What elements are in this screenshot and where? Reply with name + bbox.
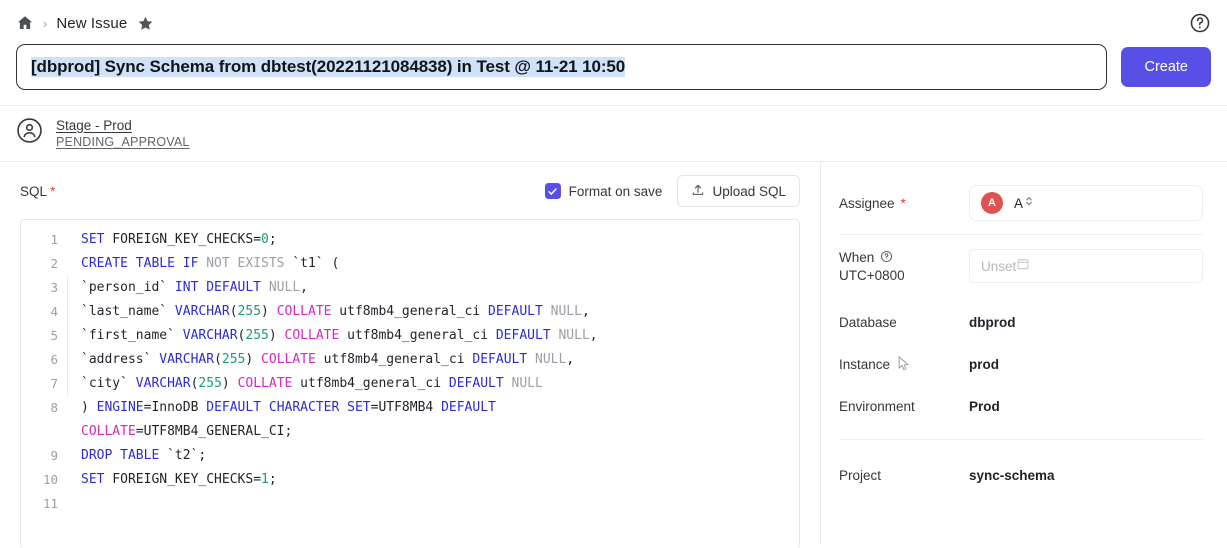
code-line: 9 DROP TABLE `t2`; (21, 444, 799, 468)
user-circle-icon (16, 117, 43, 149)
code-line: 11 (21, 492, 799, 516)
chevron-up-down-icon[interactable] (1023, 194, 1035, 213)
issue-title-input[interactable]: [dbprod] Sync Schema from dbtest(2022112… (16, 44, 1108, 90)
upload-icon (691, 183, 705, 200)
assignee-select[interactable]: A A (969, 185, 1203, 221)
instance-value: prod (969, 356, 999, 372)
sql-label: SQL (20, 183, 48, 199)
database-label: Database (839, 314, 897, 330)
sql-code-editor[interactable]: 1 SET FOREIGN_KEY_CHECKS=0; 2 CREATE TABLE … (20, 219, 800, 548)
code-text: `address` VARCHAR(255) COLLATE utf8mb4_g… (67, 348, 574, 372)
code-line: 4 `last_name` VARCHAR(255) COLLATE utf8mb… (21, 300, 799, 324)
create-button[interactable]: Create (1121, 47, 1211, 87)
upload-sql-button[interactable]: Upload SQL (677, 175, 800, 207)
code-line: 5 `first_name` VARCHAR(255) COLLATE utf8m… (21, 324, 799, 348)
instance-label-group: Instance (839, 355, 969, 373)
code-line: 7 `city` VARCHAR(255) COLLATE utf8mb4_gen… (21, 372, 799, 396)
code-line: 1 SET FOREIGN_KEY_CHECKS=0; (21, 228, 799, 252)
question-circle-icon[interactable] (880, 250, 893, 266)
line-number: 3 (50, 280, 58, 295)
when-timezone: UTC+0800 (839, 267, 905, 283)
home-icon[interactable] (16, 14, 34, 32)
content-split: SQL * Format on save Upload SQL 1 SET FO… (0, 162, 1227, 548)
project-label: Project (839, 467, 882, 483)
format-on-save-checkbox[interactable] (544, 183, 561, 199)
line-number: 10 (42, 472, 58, 487)
star-icon[interactable] (127, 15, 154, 32)
environment-label: Environment (839, 398, 915, 414)
code-line: 10 SET FOREIGN_KEY_CHECKS=1; (21, 468, 799, 492)
database-value: dbprod (969, 314, 1016, 330)
code-text: `person_id` INT DEFAULT NULL, (67, 276, 308, 300)
assignee-label: Assignee (839, 195, 895, 211)
code-text: `first_name` VARCHAR(255) COLLATE utf8mb… (67, 324, 598, 348)
stage-name-link[interactable]: Stage - Prod (56, 118, 190, 133)
code-text: SET FOREIGN_KEY_CHECKS=1; (81, 472, 277, 487)
project-value: sync-schema (969, 467, 1055, 483)
sidebar-divider-2 (839, 439, 1203, 440)
mouse-cursor-icon (896, 355, 911, 373)
assignee-field: Assignee * A A (839, 182, 1203, 224)
code-text: ) ENGINE=InnoDB DEFAULT CHARACTER SET=UT… (81, 400, 496, 415)
line-number: 6 (50, 352, 58, 367)
issue-title-text: [dbprod] Sync Schema from dbtest(2022112… (31, 57, 626, 77)
sidebar-divider-1 (839, 234, 1203, 235)
project-field: Project sync-schema (839, 454, 1203, 496)
line-number: 11 (42, 496, 58, 511)
when-label-group: When UTC+0800 (839, 250, 969, 283)
issue-details-sidebar: Assignee * A A When UTC+0800 Unset Datab… (820, 162, 1227, 544)
page-title: New Issue (56, 14, 128, 32)
check-icon (548, 187, 557, 195)
issue-title-row: [dbprod] Sync Schema from dbtest(2022112… (0, 44, 1227, 90)
stage-status-link[interactable]: PENDING_APPROVAL (56, 135, 190, 149)
environment-field: Environment Prod (839, 385, 1203, 427)
code-text: COLLATE=UTF8MB4_GENERAL_CI; (81, 424, 293, 439)
code-line: COLLATE=UTF8MB4_GENERAL_CI; (21, 420, 799, 444)
instance-label: Instance (839, 356, 891, 372)
when-placeholder: Unset (981, 258, 1017, 274)
code-text: CREATE TABLE IF NOT EXISTS `t1` ( (81, 256, 340, 271)
breadcrumb: › New Issue (0, 0, 1227, 46)
when-date-input[interactable]: Unset (969, 249, 1203, 283)
line-number: 1 (50, 232, 58, 247)
line-number: 8 (50, 400, 58, 415)
code-line: 2 CREATE TABLE IF NOT EXISTS `t1` ( (21, 252, 799, 276)
instance-field: Instance prod (839, 343, 1203, 385)
line-number: 7 (50, 376, 58, 391)
assignee-value: A (1014, 195, 1024, 211)
when-label: When (839, 250, 875, 265)
when-field: When UTC+0800 Unset (839, 245, 1203, 287)
format-on-save-label: Format on save (568, 183, 663, 199)
breadcrumb-separator: › (43, 15, 48, 31)
code-line: 8 ) ENGINE=InnoDB DEFAULT CHARACTER SET=U… (21, 396, 799, 420)
sql-panel: SQL * Format on save Upload SQL 1 SET FO… (0, 162, 820, 548)
code-text: DROP TABLE `t2`; (81, 448, 207, 463)
code-text: `last_name` VARCHAR(255) COLLATE utf8mb4… (67, 300, 590, 324)
line-number: 5 (50, 328, 58, 343)
format-on-save-toggle[interactable]: Format on save (544, 183, 663, 199)
database-field: Database dbprod (839, 301, 1203, 343)
line-number: 9 (50, 448, 58, 463)
upload-sql-label: Upload SQL (712, 183, 786, 199)
assignee-required-mark: * (900, 195, 906, 211)
sql-required-mark: * (50, 183, 56, 199)
code-text: SET FOREIGN_KEY_CHECKS=0; (81, 232, 277, 247)
sql-header: SQL * Format on save Upload SQL (20, 175, 800, 207)
line-number: 4 (50, 304, 58, 319)
assignee-label-group: Assignee * (839, 196, 969, 211)
code-line: 6 `address` VARCHAR(255) COLLATE utf8mb4_… (21, 348, 799, 372)
line-number: 2 (50, 256, 58, 271)
avatar: A (981, 192, 1003, 214)
code-line: 3 `person_id` INT DEFAULT NULL, (21, 276, 799, 300)
environment-value: Prod (969, 398, 1000, 414)
code-text: `city` VARCHAR(255) COLLATE utf8mb4_gene… (67, 372, 543, 396)
calendar-icon[interactable] (1016, 257, 1030, 276)
stage-row: Stage - Prod PENDING_APPROVAL (0, 106, 1227, 161)
